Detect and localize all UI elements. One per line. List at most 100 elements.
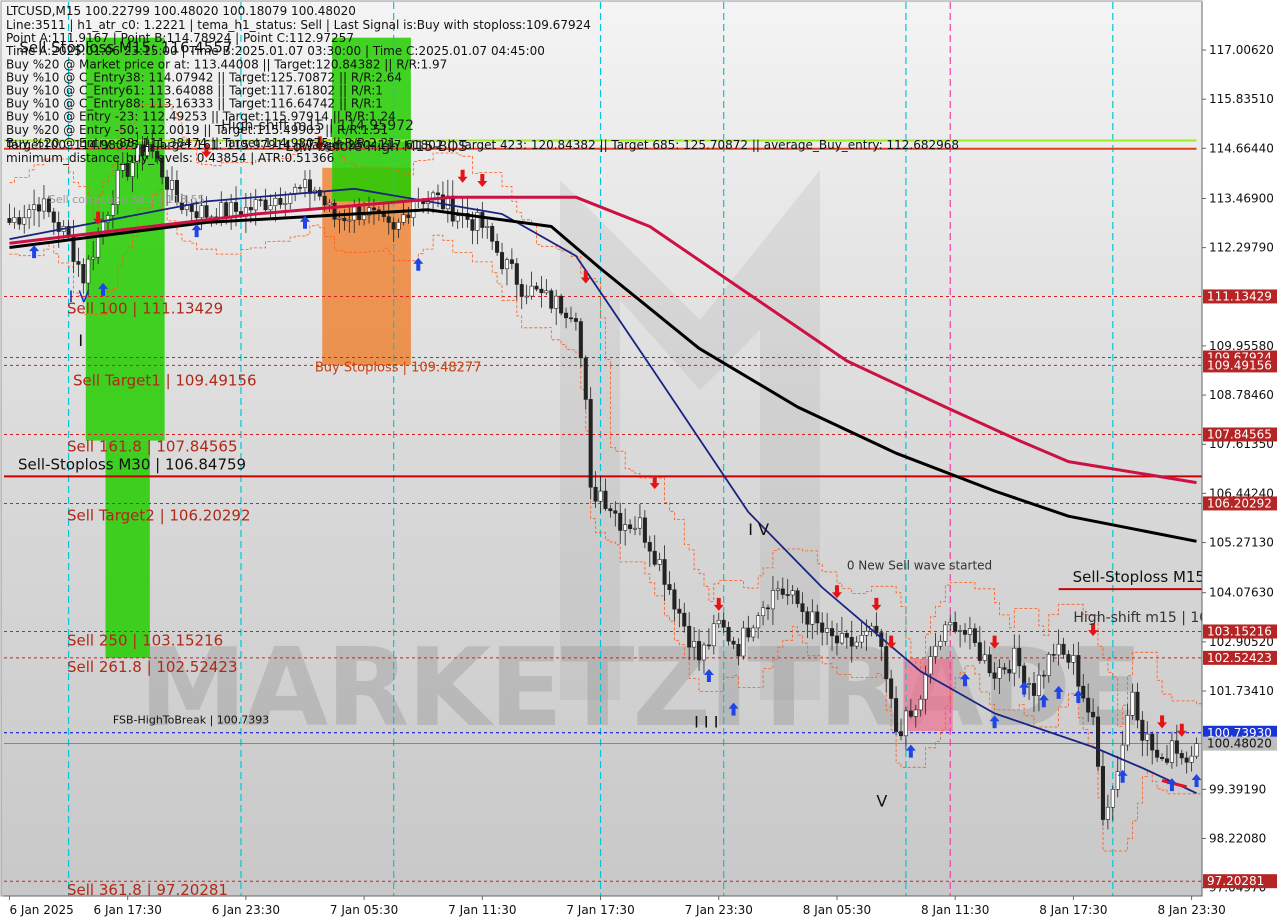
info-line-0: Line:3511 | h1_atr_c0: 1.2221 | tema_h1_… (6, 18, 591, 32)
candle-body (554, 295, 559, 309)
candle-body (1164, 758, 1170, 763)
x-tick-label: 8 Jan 23:30 (1157, 903, 1225, 917)
x-tick-label: 8 Jan 17:30 (1039, 903, 1107, 917)
symbol-line: LTCUSD,M15 100.22799 100.48020 100.18079… (6, 4, 356, 18)
info-line-4: Buy %10 @ C_Entry38: 114.07942 || Target… (6, 70, 402, 84)
candle-body (898, 731, 904, 737)
candle-body (943, 624, 948, 642)
candle-body (7, 218, 12, 223)
candle-body (347, 219, 352, 222)
candle-body (795, 590, 800, 604)
candle-body (564, 312, 569, 319)
candle-body (288, 193, 293, 204)
y-tick-label: 115.83510 (1209, 92, 1274, 106)
annotation-0: Buy Stoploss | 109.48277 (315, 360, 482, 375)
candle-body (1071, 655, 1076, 663)
candle-body (559, 295, 564, 314)
candle-body (849, 637, 854, 647)
candle-body (948, 621, 953, 626)
candle-body (568, 317, 574, 320)
candle-body (834, 635, 839, 644)
candle-body (623, 524, 628, 531)
level-label-4: Sell Target1 | 109.49156 (73, 371, 257, 389)
candle-body (583, 357, 588, 400)
candle-body (672, 589, 677, 610)
annotation-4: I V (69, 287, 90, 306)
y-tick-label: 104.07630 (1209, 586, 1274, 600)
candle-body (1046, 654, 1051, 676)
candle-body (371, 207, 376, 211)
candle-body (825, 628, 830, 633)
candle-body (918, 698, 923, 711)
candle-body (362, 214, 367, 220)
candle-body (761, 607, 766, 617)
candle-body (992, 672, 997, 679)
price-badge-label: 111.13429 (1207, 289, 1272, 303)
candle-body (125, 162, 130, 177)
candle-body (86, 258, 91, 284)
candle-body (987, 654, 992, 674)
candle-body (662, 559, 667, 585)
candle-body (1027, 683, 1032, 685)
candle-body (1086, 697, 1091, 713)
candle-body (194, 211, 199, 219)
candle-body (1076, 655, 1081, 687)
candle-body (1125, 714, 1130, 746)
candle-body (27, 209, 32, 219)
candle-body (603, 490, 608, 509)
candle-body (396, 221, 401, 230)
candle-body (1041, 674, 1046, 677)
candle-body (485, 226, 490, 228)
candle-body (391, 222, 396, 230)
candle-body (908, 710, 913, 717)
candle-body (692, 641, 697, 648)
candle-body (746, 627, 751, 638)
candle-body (1061, 643, 1066, 655)
candle-body (780, 588, 785, 595)
candle-body (450, 195, 455, 222)
candle-body (632, 527, 638, 530)
candle-body (332, 202, 337, 220)
candle-body (756, 615, 761, 629)
candle-body (342, 217, 347, 222)
candle-body (903, 710, 908, 737)
candle-body (810, 611, 815, 625)
candle-body (652, 550, 657, 565)
candle-body (263, 199, 268, 211)
candle-body (598, 490, 603, 502)
candle-body (302, 179, 308, 188)
min-distance-line: minimum_distance_buy_levels: 0.43854 | A… (6, 151, 334, 165)
candle-body (963, 630, 968, 635)
candle-body (17, 217, 22, 225)
candle-body (524, 295, 529, 298)
candle-body (800, 603, 805, 613)
targets-line: Target100: 114.98075 || Target 161: 115.… (5, 138, 959, 152)
candle-body (337, 217, 342, 220)
candle-body (1155, 749, 1160, 758)
info-line-1: Point A:111.9167 | Point B:114.78924 | P… (6, 31, 354, 45)
candle-body (642, 517, 647, 543)
level-label-7: Sell Target2 | 106.20292 (67, 506, 251, 524)
annotation-1: Sell correction 38.2 | 113.55 (49, 193, 205, 206)
candle-body (1145, 733, 1150, 741)
candle-body (76, 261, 81, 265)
candle-body (938, 640, 943, 647)
candle-body (958, 630, 963, 632)
candle-body (982, 654, 987, 661)
candle-body (1194, 743, 1199, 757)
x-tick-label: 8 Jan 11:30 (921, 903, 989, 917)
candle-body (480, 212, 485, 228)
annotation-3: 0 New Sell wave started (847, 558, 992, 572)
x-tick-label: 6 Jan 17:30 (94, 903, 162, 917)
y-tick-label: 113.46900 (1209, 191, 1274, 205)
candle-body (1096, 716, 1101, 767)
candle-body (933, 645, 938, 657)
candle-body (22, 217, 27, 225)
candle-body (1140, 719, 1145, 741)
candle-body (593, 486, 598, 502)
y-tick-label: 114.66440 (1209, 141, 1274, 155)
candle-body (913, 709, 918, 717)
level-label-9: Sell 250 | 103.15216 (67, 631, 223, 649)
candle-body (110, 204, 115, 216)
chart-container: MARKETZITRADE Sell 100 | 111.13429 Sell T… (0, 0, 1280, 920)
